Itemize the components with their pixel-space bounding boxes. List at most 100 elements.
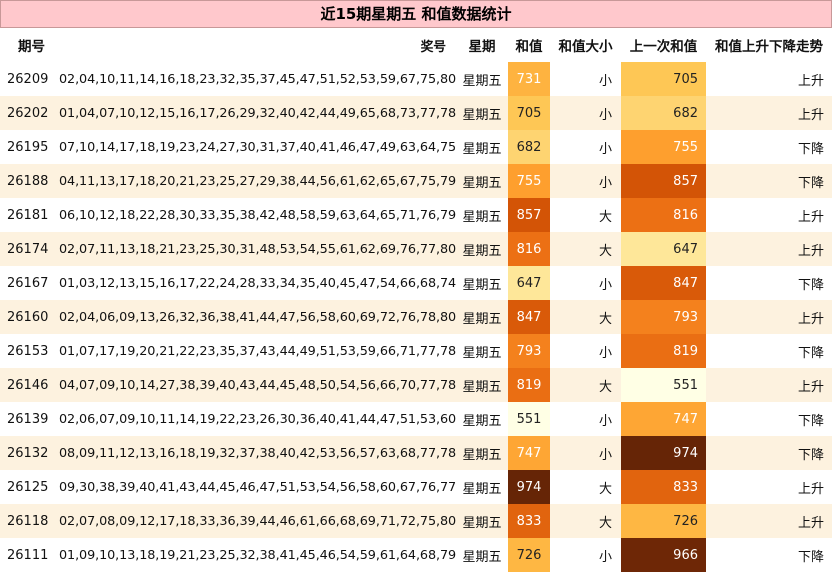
- row-sum: 755: [508, 164, 550, 198]
- row-id: 26195: [0, 130, 55, 164]
- header-weekday: 星期: [468, 39, 496, 55]
- row-numbers: 09,30,38,39,40,41,43,44,45,46,47,51,53,5…: [55, 470, 456, 504]
- row-trend: 上升: [706, 62, 832, 96]
- row-size: 大: [550, 368, 621, 402]
- row-trend: 下降: [706, 334, 832, 368]
- row-sum: 816: [508, 232, 550, 266]
- row-id: 26146: [0, 368, 55, 402]
- row-sum: 793: [508, 334, 550, 368]
- row-sum: 682: [508, 130, 550, 164]
- table-row: 26132 08,09,11,12,13,16,18,19,32,37,38,40…: [0, 436, 832, 470]
- row-size: 小: [550, 96, 621, 130]
- table-row: 26160 02,04,06,09,13,26,32,36,38,41,44,47…: [0, 300, 832, 334]
- row-sum: 647: [508, 266, 550, 300]
- row-size: 大: [550, 504, 621, 538]
- row-prev-sum: 647: [621, 232, 706, 266]
- row-numbers: 02,06,07,09,10,11,14,19,22,23,26,30,36,4…: [55, 402, 456, 436]
- row-weekday: 星期五: [456, 130, 508, 164]
- table-row: 26174 02,07,11,13,18,21,23,25,30,31,48,53…: [0, 232, 832, 266]
- row-id: 26181: [0, 198, 55, 232]
- row-sum: 847: [508, 300, 550, 334]
- row-id: 26160: [0, 300, 55, 334]
- row-size: 大: [550, 198, 621, 232]
- row-prev-sum: 816: [621, 198, 706, 232]
- row-numbers: 08,09,11,12,13,16,18,19,32,37,38,40,42,5…: [55, 436, 456, 470]
- row-size: 小: [550, 266, 621, 300]
- row-numbers: 02,07,08,09,12,17,18,33,36,39,44,46,61,6…: [55, 504, 456, 538]
- row-sum: 731: [508, 62, 550, 96]
- row-weekday: 星期五: [456, 232, 508, 266]
- row-trend: 下降: [706, 538, 832, 572]
- row-id: 26125: [0, 470, 55, 504]
- sum-stats-table: 期号 奖号 星期 和值 和值大小 上一次和值 和值上升下降走势 26209 02,…: [0, 28, 832, 572]
- row-size: 小: [550, 436, 621, 470]
- row-weekday: 星期五: [456, 62, 508, 96]
- row-prev-sum: 966: [621, 538, 706, 572]
- table-row: 26153 01,07,17,19,20,21,22,23,35,37,43,44…: [0, 334, 832, 368]
- row-id: 26118: [0, 504, 55, 538]
- row-trend: 上升: [706, 504, 832, 538]
- table-row: 26209 02,04,10,11,14,16,18,23,32,35,37,45…: [0, 62, 832, 96]
- row-id: 26174: [0, 232, 55, 266]
- row-numbers: 01,07,17,19,20,21,22,23,35,37,43,44,49,5…: [55, 334, 456, 368]
- table-title: 近15期星期五 和值数据统计: [0, 0, 832, 28]
- table-row: 26146 04,07,09,10,14,27,38,39,40,43,44,45…: [0, 368, 832, 402]
- row-numbers: 01,04,07,10,12,15,16,17,26,29,32,40,42,4…: [55, 96, 456, 130]
- row-weekday: 星期五: [456, 470, 508, 504]
- row-sum: 819: [508, 368, 550, 402]
- row-id: 26209: [0, 62, 55, 96]
- row-prev-sum: 726: [621, 504, 706, 538]
- row-numbers: 02,04,06,09,13,26,32,36,38,41,44,47,56,5…: [55, 300, 456, 334]
- row-numbers: 04,11,13,17,18,20,21,23,25,27,29,38,44,5…: [55, 164, 456, 198]
- row-prev-sum: 819: [621, 334, 706, 368]
- row-prev-sum: 705: [621, 62, 706, 96]
- row-weekday: 星期五: [456, 334, 508, 368]
- row-numbers: 02,07,11,13,18,21,23,25,30,31,48,53,54,5…: [55, 232, 456, 266]
- header-row: 期号 奖号 星期 和值 和值大小 上一次和值 和值上升下降走势: [0, 28, 832, 62]
- row-size: 小: [550, 538, 621, 572]
- row-weekday: 星期五: [456, 198, 508, 232]
- row-id: 26188: [0, 164, 55, 198]
- row-prev-sum: 747: [621, 402, 706, 436]
- table-row: 26139 02,06,07,09,10,11,14,19,22,23,26,30…: [0, 402, 832, 436]
- row-trend: 上升: [706, 368, 832, 402]
- table-row: 26167 01,03,12,13,15,16,17,22,24,28,33,34…: [0, 266, 832, 300]
- row-size: 大: [550, 300, 621, 334]
- table-row: 26118 02,07,08,09,12,17,18,33,36,39,44,46…: [0, 504, 832, 538]
- row-size: 小: [550, 164, 621, 198]
- row-trend: 上升: [706, 96, 832, 130]
- row-size: 小: [550, 62, 621, 96]
- row-weekday: 星期五: [456, 504, 508, 538]
- row-weekday: 星期五: [456, 538, 508, 572]
- table-row: 26181 06,10,12,18,22,28,30,33,35,38,42,48…: [0, 198, 832, 232]
- row-prev-sum: 551: [621, 368, 706, 402]
- table-body: 26209 02,04,10,11,14,16,18,23,32,35,37,45…: [0, 62, 832, 572]
- table-row: 26188 04,11,13,17,18,20,21,23,25,27,29,38…: [0, 164, 832, 198]
- row-prev-sum: 847: [621, 266, 706, 300]
- lottery-sum-stats-page: 近15期星期五 和值数据统计 期号 奖号 星期 和值 和值大小 上一次和值 和值…: [0, 0, 832, 573]
- table-row: 26202 01,04,07,10,12,15,16,17,26,29,32,40…: [0, 96, 832, 130]
- row-sum: 833: [508, 504, 550, 538]
- row-size: 小: [550, 130, 621, 164]
- header-sum: 和值: [515, 39, 543, 55]
- row-trend: 下降: [706, 436, 832, 470]
- row-numbers: 04,07,09,10,14,27,38,39,40,43,44,45,48,5…: [55, 368, 456, 402]
- row-weekday: 星期五: [456, 96, 508, 130]
- header-size: 和值大小: [558, 39, 613, 55]
- row-size: 小: [550, 402, 621, 436]
- row-trend: 上升: [706, 232, 832, 266]
- row-id: 26111: [0, 538, 55, 572]
- row-trend: 下降: [706, 130, 832, 164]
- row-sum: 551: [508, 402, 550, 436]
- row-weekday: 星期五: [456, 300, 508, 334]
- row-id: 26139: [0, 402, 55, 436]
- row-trend: 下降: [706, 164, 832, 198]
- table-row: 26195 07,10,14,17,18,19,23,24,27,30,31,37…: [0, 130, 832, 164]
- table-row: 26111 01,09,10,13,18,19,21,23,25,32,38,41…: [0, 538, 832, 572]
- row-weekday: 星期五: [456, 436, 508, 470]
- row-trend: 下降: [706, 402, 832, 436]
- table-row: 26125 09,30,38,39,40,41,43,44,45,46,47,51…: [0, 470, 832, 504]
- row-size: 小: [550, 334, 621, 368]
- row-weekday: 星期五: [456, 368, 508, 402]
- row-size: 大: [550, 232, 621, 266]
